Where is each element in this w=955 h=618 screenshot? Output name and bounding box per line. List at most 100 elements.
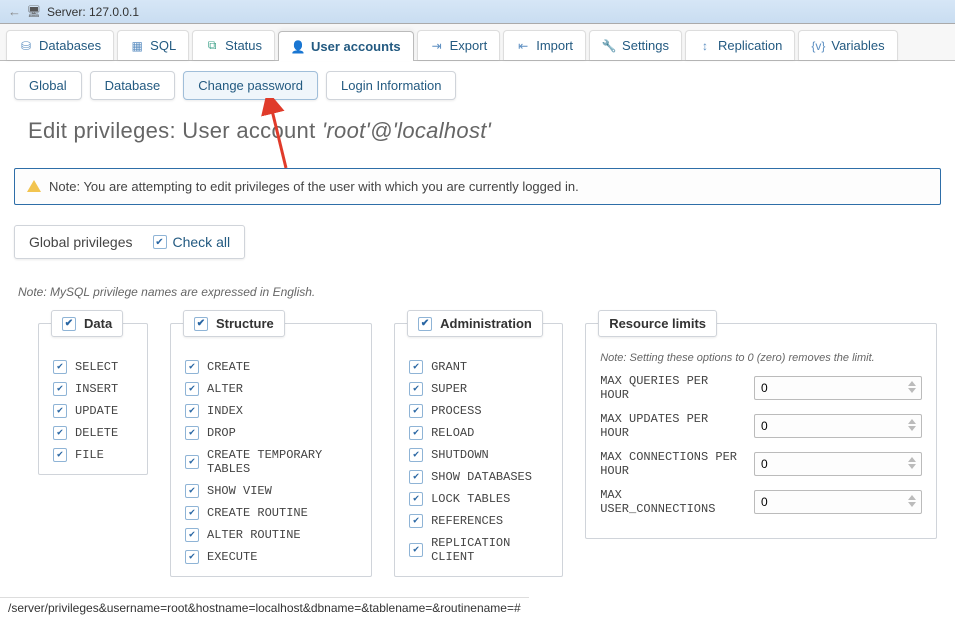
tab-export[interactable]: ⇥Export	[417, 30, 501, 60]
back-arrow-icon[interactable]: ←	[8, 4, 21, 19]
tab-status[interactable]: ⧉Status	[192, 30, 275, 60]
resource-limit-input[interactable]	[754, 376, 922, 400]
spinner-up-icon[interactable]	[908, 419, 916, 424]
privilege-checkbox[interactable]	[53, 448, 67, 462]
group-checkbox-structure[interactable]	[194, 317, 208, 331]
privilege-checkbox[interactable]	[53, 360, 67, 374]
group-checkbox-data[interactable]	[62, 317, 76, 331]
spinner-down-icon[interactable]	[908, 464, 916, 469]
privilege-item[interactable]: DROP	[185, 426, 357, 440]
privilege-item[interactable]: INSERT	[53, 382, 133, 396]
privilege-item[interactable]: SELECT	[53, 360, 133, 374]
privilege-label: GRANT	[431, 360, 467, 374]
global-privileges-legend: Global privileges Check all	[14, 225, 245, 259]
spinner-down-icon[interactable]	[908, 426, 916, 431]
resource-limit-input[interactable]	[754, 414, 922, 438]
privilege-checkbox[interactable]	[185, 550, 199, 564]
privilege-checkbox[interactable]	[409, 382, 423, 396]
spinner-control[interactable]	[904, 491, 920, 511]
subtab-database[interactable]: Database	[90, 71, 176, 100]
privilege-item[interactable]: ALTER ROUTINE	[185, 528, 357, 542]
privilege-checkbox[interactable]	[409, 360, 423, 374]
spinner-control[interactable]	[904, 377, 920, 397]
privilege-label: CREATE	[207, 360, 250, 374]
privilege-item[interactable]: CREATE TEMPORARY TABLES	[185, 448, 357, 476]
check-all-checkbox[interactable]	[153, 235, 167, 249]
tab-databases[interactable]: ⛁Databases	[6, 30, 114, 60]
group-checkbox-administration[interactable]	[418, 317, 432, 331]
resource-limits-label: Resource limits	[609, 316, 706, 331]
fieldset-administration: Administration GRANTSUPERPROCESSRELOADSH…	[394, 323, 563, 577]
privilege-checkbox[interactable]	[409, 492, 423, 506]
spinner-down-icon[interactable]	[908, 388, 916, 393]
spinner-control[interactable]	[904, 415, 920, 435]
privilege-item[interactable]: RELOAD	[409, 426, 548, 440]
privilege-checkbox[interactable]	[185, 528, 199, 542]
notice-text: Note: You are attempting to edit privile…	[49, 179, 579, 194]
tab-settings[interactable]: 🔧Settings	[589, 30, 682, 60]
legend-administration[interactable]: Administration	[407, 310, 543, 337]
privilege-label: INDEX	[207, 404, 243, 418]
page-title-account: 'root'@'localhost'	[322, 118, 491, 143]
privilege-checkbox[interactable]	[409, 543, 423, 557]
check-all-toggle[interactable]: Check all	[153, 234, 231, 250]
privilege-checkbox[interactable]	[409, 426, 423, 440]
resource-limit-input[interactable]	[754, 490, 922, 514]
privilege-checkbox[interactable]	[409, 514, 423, 528]
legend-structure[interactable]: Structure	[183, 310, 285, 337]
subtab-change-password[interactable]: Change password	[183, 71, 318, 100]
privilege-checkbox[interactable]	[409, 470, 423, 484]
privilege-item[interactable]: ALTER	[185, 382, 357, 396]
privilege-item[interactable]: REFERENCES	[409, 514, 548, 528]
spinner-up-icon[interactable]	[908, 381, 916, 386]
spinner-up-icon[interactable]	[908, 495, 916, 500]
privilege-checkbox[interactable]	[53, 404, 67, 418]
tab-sql[interactable]: ▦SQL	[117, 30, 189, 60]
privilege-checkbox[interactable]	[185, 382, 199, 396]
privilege-label: SUPER	[431, 382, 467, 396]
privilege-item[interactable]: REPLICATION CLIENT	[409, 536, 548, 564]
spinner-down-icon[interactable]	[908, 502, 916, 507]
privilege-checkbox[interactable]	[185, 426, 199, 440]
legend-data[interactable]: Data	[51, 310, 123, 337]
privilege-item[interactable]: LOCK TABLES	[409, 492, 548, 506]
tab-user-accounts[interactable]: 👤User accounts	[278, 31, 414, 61]
privilege-label: FILE	[75, 448, 104, 462]
spinner-control[interactable]	[904, 453, 920, 473]
privilege-item[interactable]: PROCESS	[409, 404, 548, 418]
tab-import[interactable]: ⇤Import	[503, 30, 586, 60]
privilege-checkbox[interactable]	[185, 360, 199, 374]
privilege-item[interactable]: CREATE	[185, 360, 357, 374]
privilege-checkbox[interactable]	[185, 506, 199, 520]
tab-label: Variables	[831, 38, 884, 53]
spinner-up-icon[interactable]	[908, 457, 916, 462]
privilege-checkbox[interactable]	[409, 404, 423, 418]
privilege-item[interactable]: SHUTDOWN	[409, 448, 548, 462]
privilege-checkbox[interactable]	[185, 455, 199, 469]
subtab-global[interactable]: Global	[14, 71, 82, 100]
privilege-item[interactable]: SHOW VIEW	[185, 484, 357, 498]
variables-icon: {v}	[811, 39, 825, 53]
privilege-checkbox[interactable]	[53, 426, 67, 440]
privilege-item[interactable]: INDEX	[185, 404, 357, 418]
subtab-login-info[interactable]: Login Information	[326, 71, 456, 100]
privilege-label: ALTER ROUTINE	[207, 528, 301, 542]
tab-replication[interactable]: ↕Replication	[685, 30, 795, 60]
privilege-item[interactable]: FILE	[53, 448, 133, 462]
privilege-checkbox[interactable]	[185, 484, 199, 498]
privilege-item[interactable]: GRANT	[409, 360, 548, 374]
privilege-item[interactable]: UPDATE	[53, 404, 133, 418]
group-label-data: Data	[84, 316, 112, 331]
privilege-checkbox[interactable]	[409, 448, 423, 462]
resource-limit-label: MAX CONNECTIONS PER HOUR	[600, 450, 744, 478]
tab-label: Import	[536, 38, 573, 53]
privilege-item[interactable]: SUPER	[409, 382, 548, 396]
privilege-item[interactable]: DELETE	[53, 426, 133, 440]
tab-variables[interactable]: {v} Variables	[798, 30, 897, 60]
privilege-item[interactable]: EXECUTE	[185, 550, 357, 564]
privilege-item[interactable]: CREATE ROUTINE	[185, 506, 357, 520]
privilege-item[interactable]: SHOW DATABASES	[409, 470, 548, 484]
privilege-checkbox[interactable]	[185, 404, 199, 418]
privilege-checkbox[interactable]	[53, 382, 67, 396]
resource-limit-input[interactable]	[754, 452, 922, 476]
